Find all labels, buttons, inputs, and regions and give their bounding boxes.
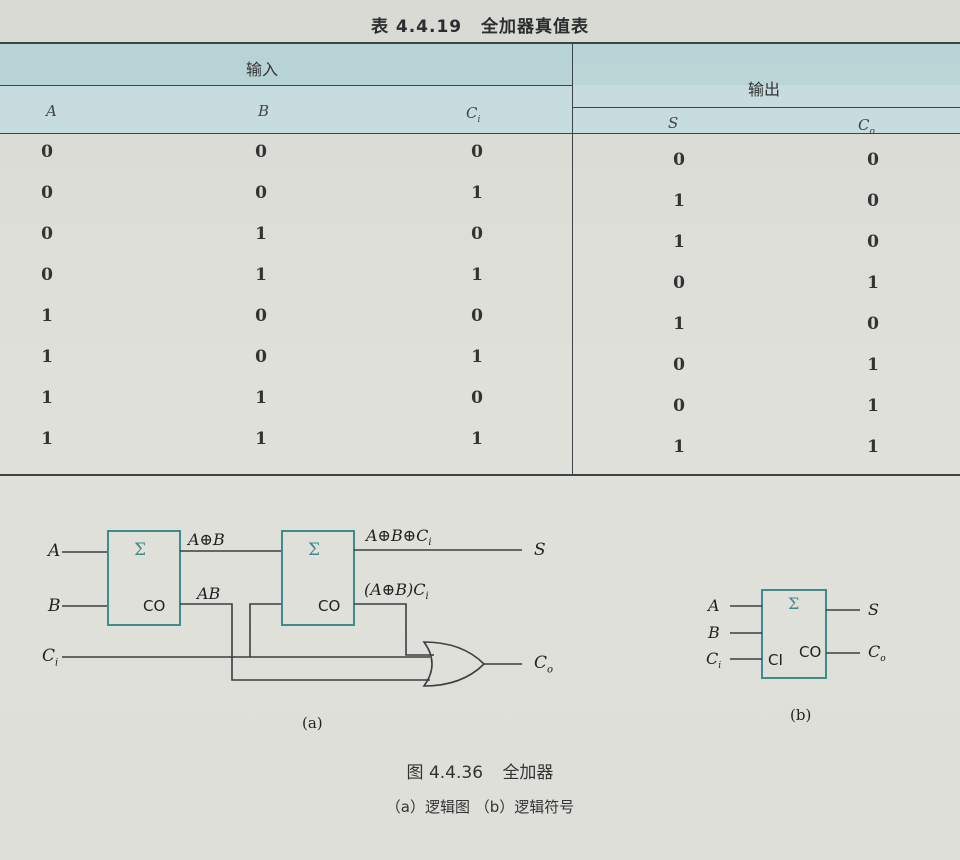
figure-caption: 图 4.4.36 全加器 [0, 758, 960, 783]
wire-ab [180, 603, 430, 681]
logic-diagram-a [62, 530, 522, 687]
label-a-xor-b: A⊕B [188, 530, 225, 549]
label-input-b: B [48, 596, 61, 616]
caption-a: (a) [302, 714, 323, 732]
or-gate [422, 641, 486, 687]
label-input-a: A [48, 541, 61, 561]
figure-number: 图 4.4.36 [406, 763, 484, 783]
label-sum-expr: A⊕B⊕Ci [366, 526, 432, 549]
symbol-label-b: B [708, 623, 720, 642]
gate2-sigma: Σ [308, 540, 321, 560]
gate2-co: CO [318, 597, 341, 615]
symbol-ci: CI [768, 651, 783, 669]
figure-title: 全加器 [502, 763, 554, 783]
wire-ci-2 [249, 603, 282, 657]
symbol-label-ci: Ci [706, 649, 722, 672]
symbol-label-a: A [708, 596, 720, 615]
caption-b: (b) [790, 706, 812, 724]
label-output-s: S [534, 540, 546, 560]
label-input-ci: Ci [42, 646, 59, 669]
wire-carry-2 [354, 603, 430, 656]
label-carry-expr: (A⊕B)Ci [364, 580, 429, 603]
figure-subcaption: （a）逻辑图 （b）逻辑符号 [385, 798, 575, 816]
label-ab: AB [197, 584, 221, 603]
symbol-output-s: S [868, 600, 879, 619]
symbol-co: CO [799, 643, 822, 661]
gate1-co: CO [143, 597, 166, 615]
label-output-co: Co [534, 653, 554, 676]
symbol-output-co: Co [868, 642, 886, 665]
gate1-sigma: Σ [134, 540, 147, 560]
textbook-page: 表 4.4.19 全加器真值表 输入 输出 A B Ci S Co 000000… [0, 0, 960, 860]
symbol-sigma: Σ [788, 594, 800, 613]
full-adder-diagrams [62, 530, 860, 687]
